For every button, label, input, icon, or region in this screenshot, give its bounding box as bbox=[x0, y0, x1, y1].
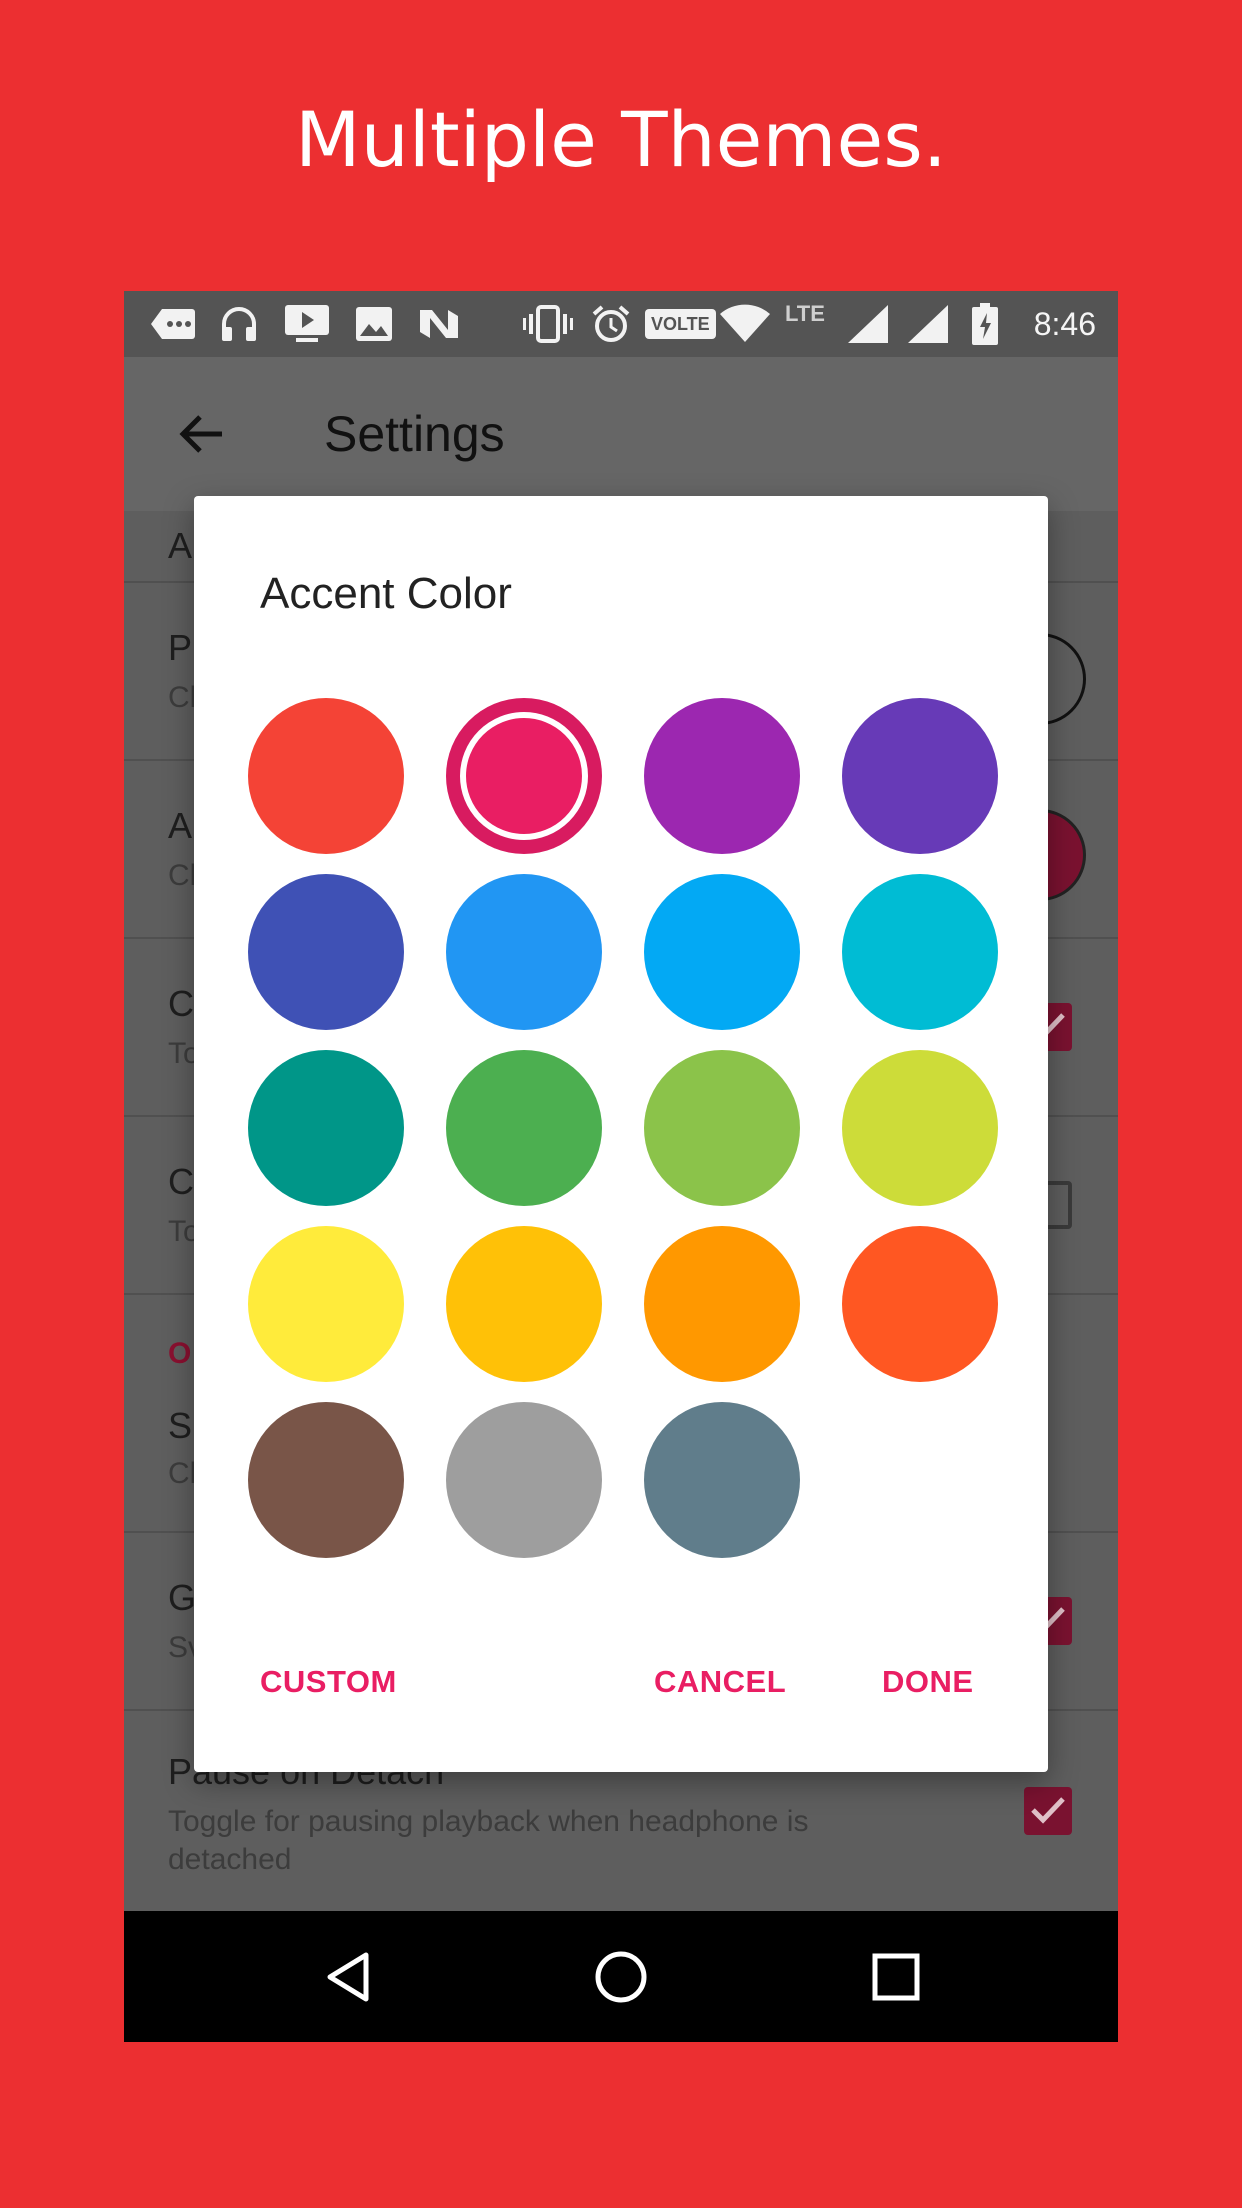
app-bar: Settings bbox=[124, 357, 1118, 511]
promo-title: Multiple Themes. bbox=[295, 95, 947, 184]
color-swatch-cyan[interactable] bbox=[842, 874, 998, 1030]
pref-title: S bbox=[168, 1405, 193, 1446]
more-notifications-icon bbox=[148, 301, 198, 347]
pref-title: C bbox=[168, 983, 194, 1024]
done-button[interactable]: DONE bbox=[872, 1656, 984, 1708]
color-swatch-yellow[interactable] bbox=[248, 1226, 404, 1382]
color-swatch-deep-purple[interactable] bbox=[842, 698, 998, 854]
vibrate-icon bbox=[522, 301, 574, 347]
color-swatch-teal[interactable] bbox=[248, 1050, 404, 1206]
battery-charging-icon bbox=[970, 301, 1000, 347]
color-swatch-lime[interactable] bbox=[842, 1050, 998, 1206]
headphones-icon bbox=[218, 301, 260, 347]
accent-color-dialog: Accent Color CUSTOM CANCEL DONE bbox=[194, 496, 1048, 1772]
color-swatch-pink[interactable] bbox=[446, 698, 602, 854]
color-swatch-blue[interactable] bbox=[446, 874, 602, 1030]
cancel-button[interactable]: CANCEL bbox=[644, 1656, 796, 1708]
pref-summary: Toggle for pausing playback when headpho… bbox=[168, 1805, 809, 1838]
cast-play-icon bbox=[282, 301, 332, 347]
pref-title: A bbox=[168, 525, 193, 566]
alarm-icon bbox=[590, 301, 632, 347]
status-bar: VOLTE LTE 8:46 bbox=[124, 291, 1118, 357]
checkbox-checked[interactable] bbox=[1024, 1787, 1072, 1835]
pref-title: C bbox=[168, 1161, 194, 1202]
color-swatch-blue-grey[interactable] bbox=[644, 1402, 800, 1558]
custom-button[interactable]: CUSTOM bbox=[250, 1656, 407, 1708]
pref-summary: Cl bbox=[168, 1457, 197, 1490]
signal-icon bbox=[846, 301, 890, 347]
color-swatch-grey[interactable] bbox=[446, 1402, 602, 1558]
nav-recents-icon[interactable] bbox=[866, 1947, 926, 2007]
color-swatch-light-blue[interactable] bbox=[644, 874, 800, 1030]
pref-summary: Cl bbox=[168, 681, 197, 714]
pref-summary-line2: detached bbox=[168, 1843, 292, 1876]
color-swatch-brown[interactable] bbox=[248, 1402, 404, 1558]
pref-title: A bbox=[168, 805, 193, 846]
color-swatch-green[interactable] bbox=[446, 1050, 602, 1206]
section-header: O bbox=[168, 1337, 192, 1370]
dialog-title: Accent Color bbox=[260, 569, 512, 618]
pref-title: P bbox=[168, 627, 193, 668]
color-swatch-purple[interactable] bbox=[644, 698, 800, 854]
color-swatch-light-green[interactable] bbox=[644, 1050, 800, 1206]
image-icon bbox=[352, 301, 396, 347]
color-swatch-grid bbox=[248, 698, 1008, 1558]
color-swatch-red[interactable] bbox=[248, 698, 404, 854]
pref-summary: Cl bbox=[168, 859, 197, 892]
nav-home-icon[interactable] bbox=[591, 1947, 651, 2007]
color-swatch-orange[interactable] bbox=[644, 1226, 800, 1382]
color-swatch-deep-orange[interactable] bbox=[842, 1226, 998, 1382]
color-swatch-indigo[interactable] bbox=[248, 874, 404, 1030]
volte-icon: VOLTE bbox=[645, 309, 716, 339]
color-swatch-amber[interactable] bbox=[446, 1226, 602, 1382]
arrow-back-icon[interactable] bbox=[174, 407, 228, 461]
lte-icon: LTE bbox=[785, 301, 825, 326]
signal-icon-2 bbox=[906, 301, 950, 347]
navigation-bar bbox=[124, 1911, 1118, 2042]
pref-title: G bbox=[168, 1577, 197, 1618]
status-time: 8:46 bbox=[1033, 306, 1096, 342]
wifi-icon bbox=[718, 301, 772, 347]
selected-ring-icon bbox=[460, 712, 588, 840]
nav-back-icon[interactable] bbox=[318, 1947, 378, 2007]
page-title: Settings bbox=[324, 406, 505, 462]
n-logo-icon bbox=[416, 301, 462, 347]
